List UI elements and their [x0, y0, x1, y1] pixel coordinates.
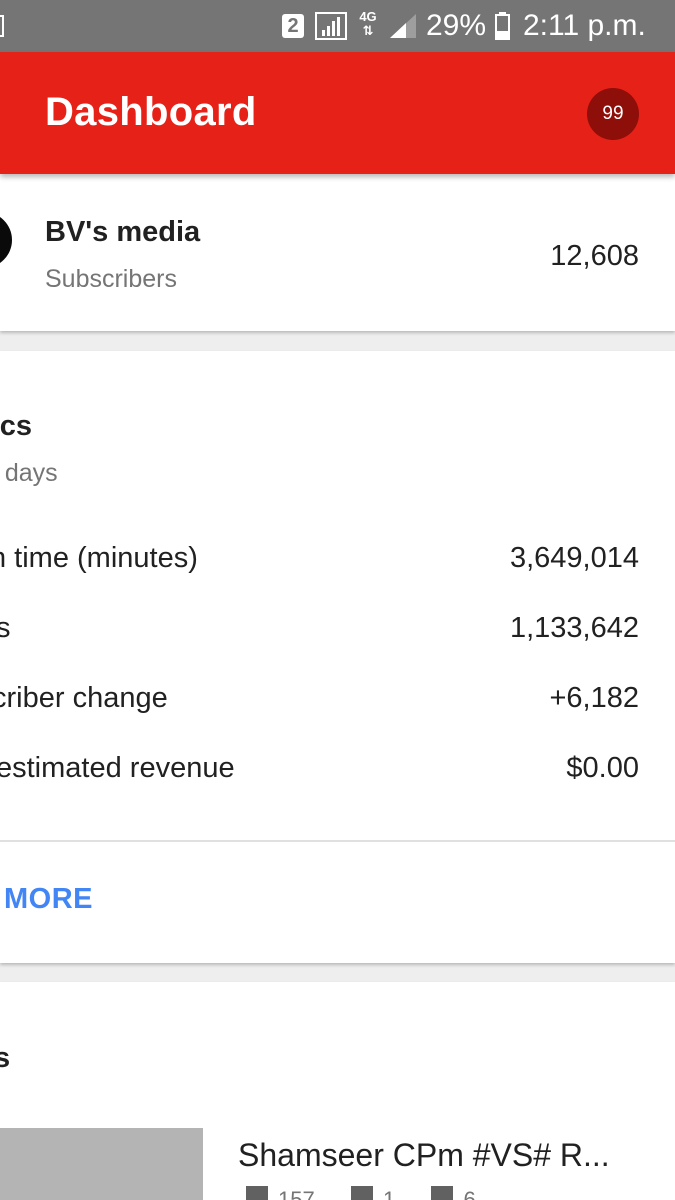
subscribers-label: Subscribers [45, 265, 177, 293]
analytics-title: tics [0, 410, 32, 442]
channel-name: BV's media [45, 216, 201, 248]
4g-icon: 4G ⇅ [356, 10, 380, 40]
dashboard-screen: 2 4G ⇅ 29% 2:11 p.m. Dashboard 99 BV's m… [0, 0, 675, 1200]
status-bar: 2 4G ⇅ 29% 2:11 p.m. [0, 0, 675, 52]
analytics-card [0, 351, 675, 963]
data-arrows-icon: ⇅ [362, 23, 374, 38]
page-title: Dashboard [45, 90, 257, 134]
video-likes: 6 [463, 1187, 476, 1200]
battery-percent: 29% [426, 9, 487, 42]
signal-icon [315, 12, 347, 40]
video-comments: 1 [382, 1187, 396, 1200]
more-analytics-button[interactable]: MORE [4, 879, 93, 919]
cellular-signal-icon [390, 14, 416, 38]
network-type-label: 4G [359, 9, 377, 24]
subscribers-count: 12,608 [550, 240, 639, 272]
avatar [0, 212, 12, 268]
metric-label-subscriber-change: criber change [0, 682, 168, 714]
views-icon [246, 1186, 268, 1200]
notification-icon [0, 15, 4, 37]
metric-label-views: s [0, 612, 11, 644]
videos-title: s [0, 1042, 11, 1074]
app-bar: Dashboard 99 [0, 52, 675, 174]
video-stats: 157 1 6 [246, 1186, 476, 1200]
video-views: 157 [278, 1187, 315, 1200]
analytics-period: 3 days [0, 459, 58, 487]
metric-value-estimated-revenue: $0.00 [566, 752, 639, 784]
sim-2-icon: 2 [282, 14, 304, 38]
battery-icon [495, 12, 510, 40]
metric-value-subscriber-change: +6,182 [549, 682, 639, 714]
metric-value-views: 1,133,642 [509, 612, 639, 644]
notifications-badge[interactable]: 99 [587, 88, 639, 140]
clock: 2:11 p.m. [523, 9, 646, 42]
video-title[interactable]: Shamseer CPm #VS# R... [238, 1134, 638, 1176]
video-thumbnail[interactable] [0, 1128, 203, 1200]
comments-icon [350, 1186, 373, 1200]
divider [0, 840, 675, 842]
likes-icon [431, 1186, 454, 1200]
metric-value-watch-time: 3,649,014 [509, 542, 639, 574]
metric-label-watch-time: n time (minutes) [0, 542, 198, 574]
metric-label-estimated-revenue: estimated revenue [0, 752, 235, 784]
